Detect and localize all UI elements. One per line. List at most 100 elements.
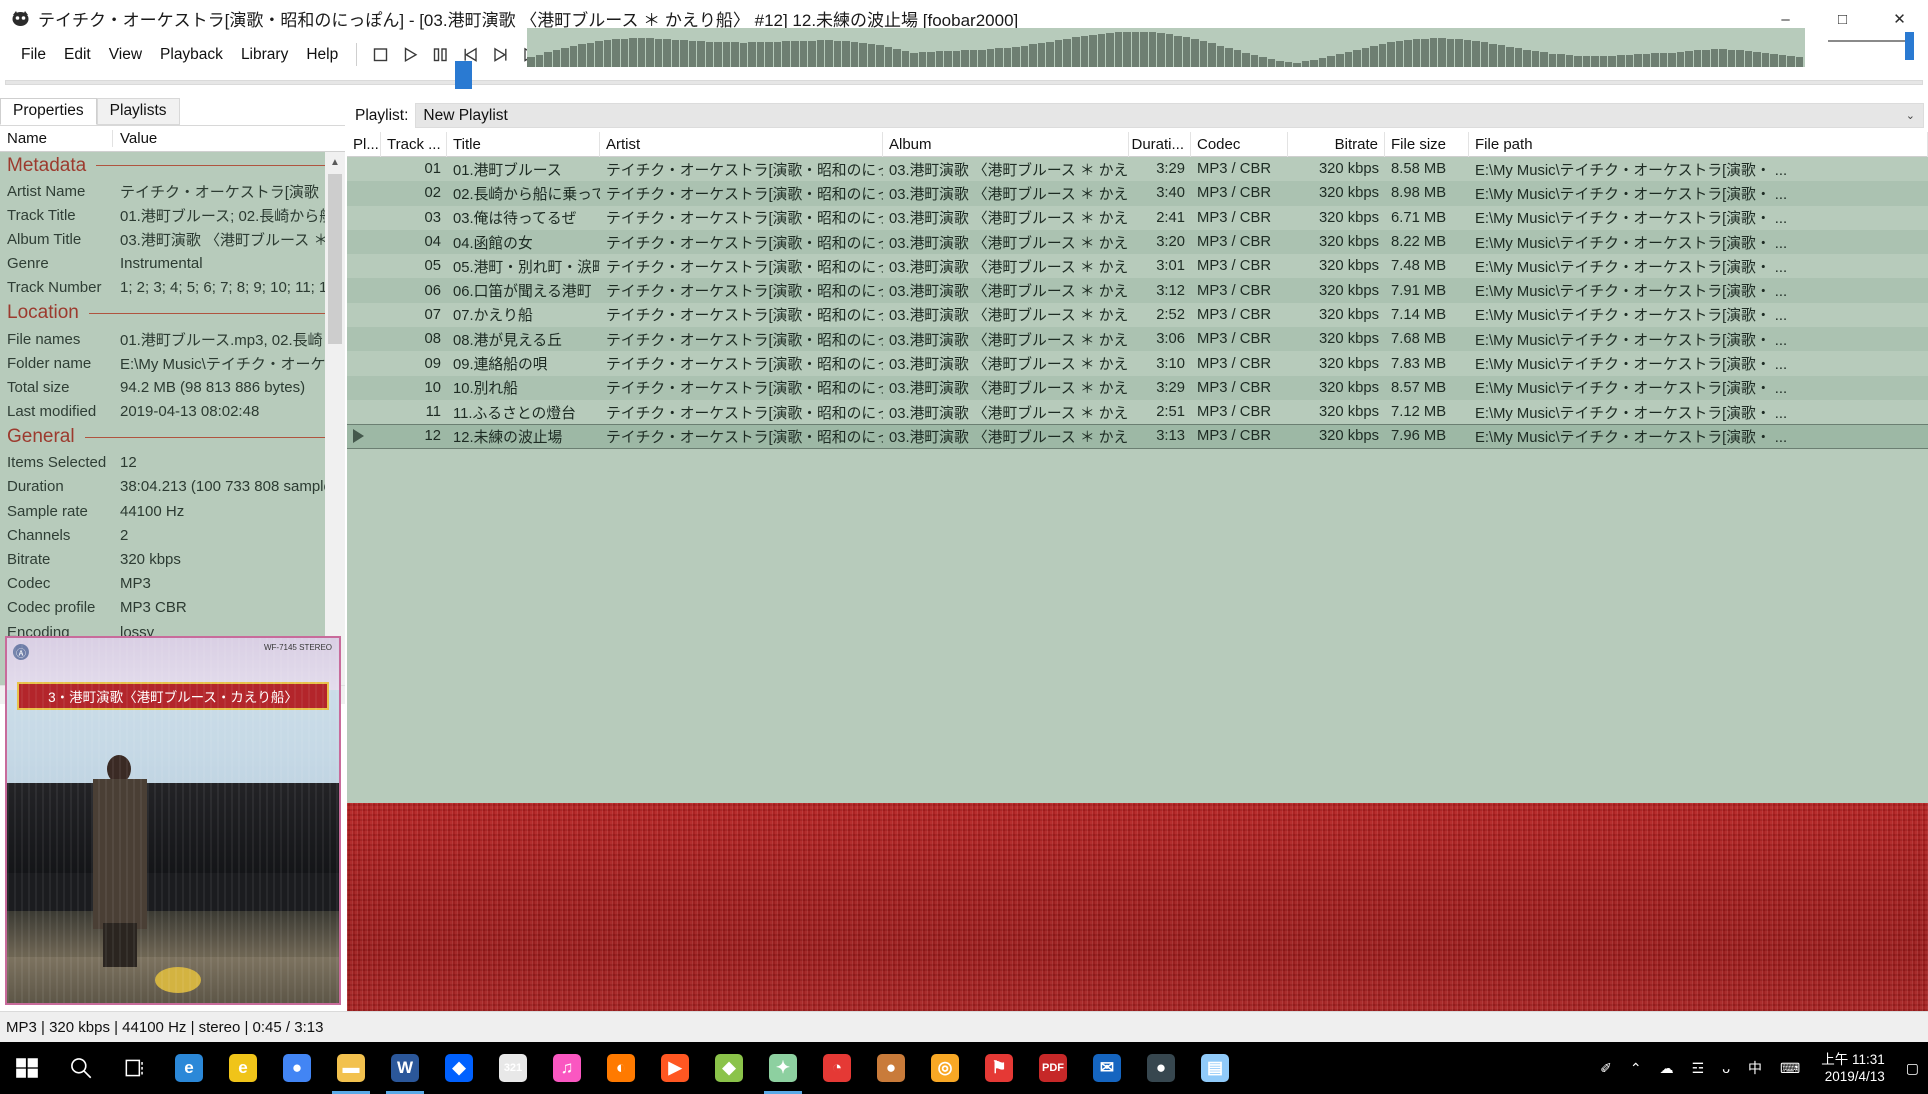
properties-row[interactable]: Total size 94.2 MB (98 813 886 bytes) (0, 375, 345, 399)
properties-row[interactable]: Track Number 1; 2; 3; 4; 5; 6; 7; 8; 9; 1… (0, 276, 345, 300)
properties-row[interactable]: Items Selected 12 (0, 451, 345, 475)
menu-view[interactable]: View (100, 43, 151, 67)
chevron-down-icon[interactable]: ⌄ (1906, 109, 1915, 122)
start-icon[interactable] (0, 1042, 54, 1094)
menu-edit[interactable]: Edit (55, 43, 100, 67)
search-icon[interactable] (54, 1042, 108, 1094)
playlist-row[interactable]: 03 03.俺は待ってるぜ テイチク・オーケストラ[演歌・昭和のにっぽん] 03.港町… (347, 205, 1928, 230)
notepad-icon[interactable]: ▤ (1188, 1042, 1242, 1094)
playlist-row[interactable]: 11 11.ふるさとの燈台 テイチク・オーケストラ[演歌・昭和のにっぽん] 03.港町… (347, 399, 1928, 425)
properties-row[interactable]: Album Title 03.港町演歌 〈港町ブルース ＊ (0, 227, 345, 251)
task-view-icon[interactable] (108, 1042, 162, 1094)
playlist-column-header[interactable]: File path (1469, 131, 1928, 157)
seek-bar[interactable] (0, 71, 1928, 97)
spectrum-bar (535, 54, 544, 67)
playlist-column-header[interactable]: Codec (1191, 131, 1288, 157)
next-icon[interactable] (490, 44, 511, 65)
search-tool-icon[interactable]: ◎ (918, 1042, 972, 1094)
seek-thumb[interactable] (455, 61, 472, 89)
playlist-column-header[interactable]: Pl... (347, 131, 381, 157)
playlist-column-header[interactable]: Track ... (381, 131, 447, 157)
word-icon[interactable]: W (378, 1042, 432, 1094)
keyboard-icon[interactable]: ⌨ (1771, 1042, 1809, 1094)
playlist-column-header[interactable]: Album (883, 131, 1129, 157)
properties-row[interactable]: File names 01.港町ブルース.mp3, 02.長崎 (0, 327, 345, 351)
properties-row[interactable]: Bitrate 320 kbps (0, 547, 345, 571)
playlist-column-header[interactable]: Bitrate (1288, 131, 1385, 157)
media-player-321-icon[interactable]: 321 (486, 1042, 540, 1094)
playlist-row-filepath: E:\My Music\テイチク・オーケストラ[演歌・ ... (1475, 235, 1788, 252)
taskbar-clock[interactable]: 上午 11:31 2019/4/13 (1809, 1042, 1897, 1094)
album-art[interactable]: Ⓐ WF-7145 STEREO 3・港町演歌〈港町ブルース・カえり船〉 (5, 636, 341, 1005)
scroll-up-icon[interactable]: ▲ (325, 152, 345, 172)
playlist-row[interactable]: 07 07.かえり船 テイチク・オーケストラ[演歌・昭和のにっぽん] 03.港町演歌 … (347, 302, 1928, 328)
foobar2000-icon[interactable]: ✦ (756, 1042, 810, 1094)
properties-row[interactable]: Duration 38:04.213 (100 733 808 samples) (0, 475, 345, 499)
playlist-row[interactable]: 08 08.港が見える丘 テイチク・オーケストラ[演歌・昭和のにっぽん] 03.港町演… (347, 327, 1928, 352)
playlist-row[interactable]: 01 01.港町ブルース テイチク・オーケストラ[演歌・昭和のにっぽん] 03.港町演… (347, 157, 1928, 182)
playlist-column-header[interactable]: File size (1385, 131, 1469, 157)
edge-icon[interactable]: e (162, 1042, 216, 1094)
menu-playback[interactable]: Playback (151, 43, 232, 67)
network-icon[interactable]: ☲ (1683, 1042, 1714, 1094)
playlist-row[interactable]: 05 05.港町・別れ町・涙町テイチク・オーケストラ[演歌・昭和のにっぽん] 03.… (347, 254, 1928, 279)
playlist-row[interactable]: 06 06.口笛が聞える港町テイチク・オーケストラ[演歌・昭和のにっぽん] 03.港… (347, 278, 1928, 303)
playlist-row[interactable]: 04 04.函館の女 テイチク・オーケストラ[演歌・昭和のにっぽん] 03.港町演歌 … (347, 229, 1928, 255)
mail-icon[interactable]: ✉ (1080, 1042, 1134, 1094)
playlist-dropdown[interactable]: New Playlist ⌄ (415, 103, 1924, 128)
gom-player-icon[interactable]: ◆ (702, 1042, 756, 1094)
properties-row[interactable]: Codec MP3 (0, 572, 345, 596)
properties-row[interactable]: Sample rate 44100 Hz (0, 499, 345, 523)
cloud-icon[interactable]: ☁ (1651, 1042, 1683, 1094)
flag-icon[interactable]: ⚑ (972, 1042, 1026, 1094)
stop-icon[interactable] (370, 44, 391, 65)
properties-vertical-scrollbar[interactable]: ▲ ▼ (325, 152, 345, 685)
timer-icon[interactable]: ◔ (810, 1042, 864, 1094)
chrome-icon[interactable]: ● (270, 1042, 324, 1094)
file-explorer-icon[interactable]: ▬ (324, 1042, 378, 1094)
playlist-row[interactable]: 10 10.別れ船 テイチク・オーケストラ[演歌・昭和のにっぽん] 03.港町演歌 〈… (347, 375, 1928, 400)
playlist-row-bitrate: 320 kbps (1318, 428, 1379, 445)
volume-icon[interactable]: ᴗ (1713, 1042, 1739, 1094)
properties-row[interactable]: Codec profile MP3 CBR (0, 596, 345, 620)
menu-help[interactable]: Help (297, 43, 347, 67)
dropbox-icon[interactable]: ◆ (432, 1042, 486, 1094)
properties-row[interactable]: Channels 2 (0, 523, 345, 547)
paint-icon[interactable]: ◐ (594, 1042, 648, 1094)
tab-playlists[interactable]: Playlists (96, 98, 180, 125)
playlist-column-header[interactable]: Title (447, 131, 600, 157)
menu-file[interactable]: File (12, 43, 55, 67)
play-icon[interactable] (400, 44, 421, 65)
tab-properties[interactable]: Properties (0, 98, 97, 125)
seek-track[interactable] (5, 80, 1923, 85)
dark-app-icon[interactable]: ● (1134, 1042, 1188, 1094)
properties-row[interactable]: Folder name E:\My Music\テイチク・オーケ (0, 351, 345, 375)
volume-knob[interactable] (1905, 32, 1914, 60)
internet-explorer-icon[interactable]: e (216, 1042, 270, 1094)
notification-center-icon[interactable]: ▢ (1897, 1042, 1928, 1094)
menu-library[interactable]: Library (232, 43, 297, 67)
video-player-icon[interactable]: ▶ (648, 1042, 702, 1094)
playlist-column-header[interactable]: Artist (600, 131, 883, 157)
pause-icon[interactable] (430, 44, 451, 65)
volume-slider[interactable] (1828, 30, 1914, 64)
properties-row[interactable]: Last modified 2019-04-13 08:02:48 (0, 400, 345, 424)
properties-column-value[interactable]: Value (113, 130, 345, 147)
properties-row[interactable]: Genre Instrumental (0, 252, 345, 276)
pen-icon[interactable]: ✐ (1591, 1042, 1621, 1094)
spectrum-bar (1795, 56, 1804, 67)
chevron-up-icon[interactable]: ⌃ (1621, 1042, 1651, 1094)
pdf-icon[interactable]: PDF (1026, 1042, 1080, 1094)
properties-row[interactable]: Track Title 01.港町ブルース; 02.長崎から船 (0, 203, 345, 227)
playlist-column-header[interactable]: Durati... (1129, 131, 1191, 157)
playlist-row-playing-indicator (347, 206, 381, 230)
playlist-row[interactable]: 02 02.長崎から船に乗ってテイチク・オーケストラ[演歌・昭和のにっぽん] 03.… (347, 181, 1928, 206)
properties-column-name[interactable]: Name (0, 130, 113, 147)
playlist-row[interactable]: 12 12.未練の波止場 テイチク・オーケストラ[演歌・昭和のにっぽん] 03.港町演… (347, 424, 1928, 449)
itunes-icon[interactable]: ♫ (540, 1042, 594, 1094)
ime-language-icon[interactable]: 中 (1739, 1042, 1771, 1094)
playlist-row[interactable]: 09 09.連絡船の唄 テイチク・オーケストラ[演歌・昭和のにっぽん] 03.港町演歌… (347, 351, 1928, 376)
properties-scroll-thumb[interactable] (328, 174, 342, 344)
audio-editor-icon[interactable]: ● (864, 1042, 918, 1094)
properties-row[interactable]: Artist Name テイチク・オーケストラ[演歌 (0, 179, 345, 203)
